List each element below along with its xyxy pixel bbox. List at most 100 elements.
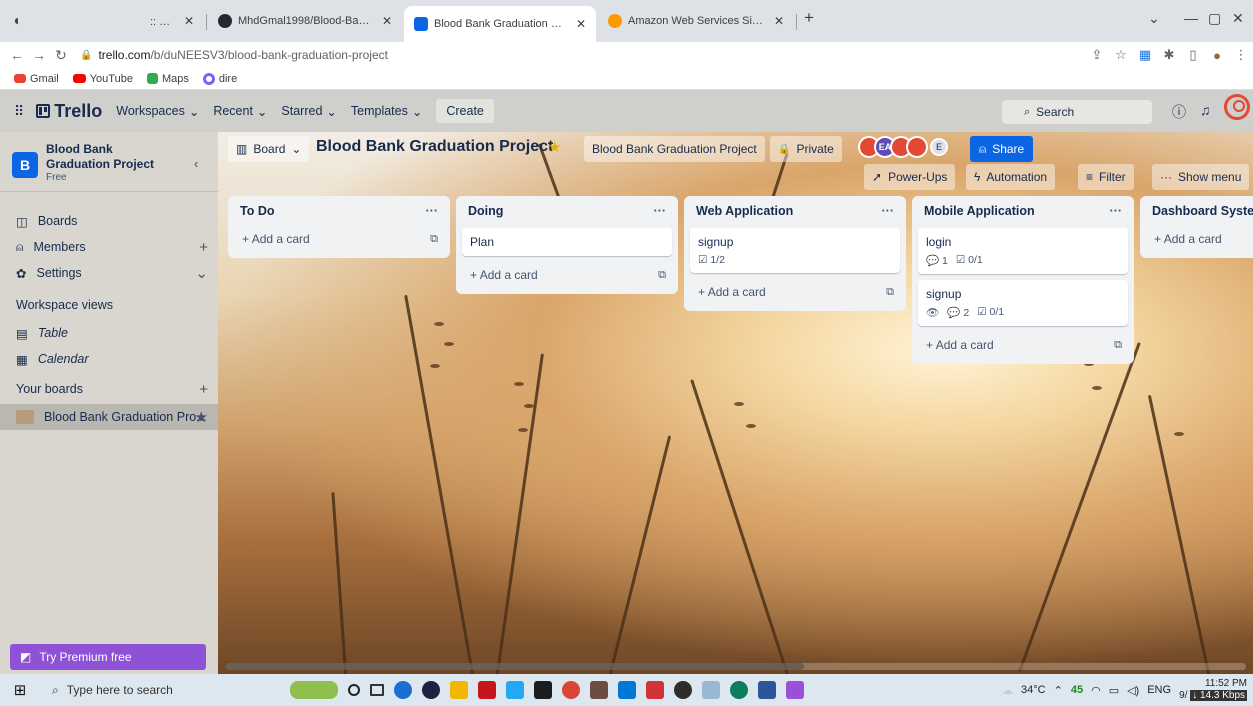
add-board-icon[interactable]: + bbox=[199, 381, 208, 398]
automation-button[interactable]: ϟ Automation bbox=[966, 164, 1056, 190]
word-icon[interactable] bbox=[758, 681, 776, 699]
menu-workspaces[interactable]: Workspaces ⌄ bbox=[116, 104, 199, 119]
taskbar-search-input[interactable]: ⌕ Type here to search bbox=[40, 674, 250, 706]
card[interactable]: Plan bbox=[462, 228, 672, 256]
app-icon[interactable] bbox=[646, 681, 664, 699]
star-board-icon[interactable]: ★ bbox=[548, 138, 561, 156]
star-icon[interactable]: ★ bbox=[195, 408, 208, 426]
share-button[interactable]: ⍝ Share bbox=[970, 136, 1034, 162]
card-template-icon[interactable]: ⧉ bbox=[430, 233, 438, 246]
browser-menu-icon[interactable]: ◖ bbox=[12, 12, 20, 28]
trello-logo[interactable]: Trello bbox=[36, 101, 102, 122]
card[interactable]: login 💬 1 ☑ 0/1 bbox=[918, 228, 1128, 274]
reload-icon[interactable]: ↻ bbox=[50, 47, 72, 64]
url-field[interactable]: 🔒 trello.com/b/duNEESV3/blood-bank-gradu… bbox=[80, 48, 1085, 62]
try-premium-button[interactable]: ◩ Try Premium free bbox=[10, 644, 206, 670]
card-template-icon[interactable]: ⧉ bbox=[1114, 339, 1122, 352]
sidebar-item-settings[interactable]: ✿ Settings ⌄ bbox=[0, 260, 218, 286]
extension-icon[interactable]: ▦ bbox=[1133, 47, 1157, 63]
power-ups-button[interactable]: ➚ Power-Ups bbox=[864, 164, 956, 190]
forward-icon[interactable]: → bbox=[28, 47, 50, 63]
side-panel-icon[interactable]: ▯ bbox=[1181, 47, 1205, 63]
minimize-icon[interactable]: — bbox=[1184, 10, 1198, 26]
account-avatar-icon[interactable] bbox=[1224, 94, 1250, 120]
vscode-icon[interactable] bbox=[506, 681, 524, 699]
maximize-icon[interactable]: ▢ bbox=[1208, 10, 1221, 27]
bookmark-youtube[interactable]: YouTube bbox=[72, 73, 133, 85]
board-view-switcher[interactable]: ▥ Board ⌄ bbox=[228, 136, 310, 162]
chrome-icon[interactable] bbox=[562, 681, 580, 699]
list-header[interactable]: Web Application ··· bbox=[684, 196, 906, 226]
list-header[interactable]: Dashboard System bbox=[1140, 196, 1253, 226]
close-tab-icon[interactable]: ✕ bbox=[774, 14, 784, 28]
workspace-badge[interactable]: B bbox=[12, 152, 38, 178]
add-card-button[interactable]: + Add a card bbox=[1140, 226, 1253, 252]
board-horizontal-scrollbar[interactable] bbox=[226, 663, 1246, 670]
add-card-button[interactable]: + Add a card ⧉ bbox=[684, 279, 906, 305]
sidebar-item-calendar[interactable]: ▦ Calendar bbox=[0, 346, 218, 372]
file-explorer-icon[interactable] bbox=[450, 681, 468, 699]
app-icon[interactable] bbox=[478, 681, 496, 699]
browser-tab-3-active[interactable]: Blood Bank Graduation Project | ✕ bbox=[404, 6, 596, 42]
app-icon[interactable] bbox=[590, 681, 608, 699]
bookmark-star-icon[interactable]: ☆ bbox=[1109, 47, 1133, 63]
menu-starred[interactable]: Starred ⌄ bbox=[281, 104, 336, 119]
extensions-puzzle-icon[interactable]: ✱ bbox=[1157, 47, 1181, 63]
cortana-icon[interactable] bbox=[348, 684, 360, 696]
browser-kebab-menu-icon[interactable]: ⋮ bbox=[1229, 47, 1253, 63]
close-tab-icon[interactable]: ✕ bbox=[576, 17, 586, 31]
app-icon[interactable] bbox=[702, 681, 720, 699]
new-tab-button[interactable]: + bbox=[804, 8, 814, 28]
chevron-up-icon[interactable]: ⌃ bbox=[1054, 684, 1063, 697]
sidebar-item-members[interactable]: ⍝ Members + bbox=[0, 234, 218, 260]
close-tab-icon[interactable]: ✕ bbox=[184, 14, 194, 28]
list-menu-icon[interactable]: ··· bbox=[1110, 204, 1123, 218]
browser-tab-4[interactable]: Amazon Web Services Sign-In ✕ bbox=[598, 8, 794, 34]
close-tab-icon[interactable]: ✕ bbox=[382, 14, 392, 28]
app-switcher-icon[interactable]: ⠿ bbox=[14, 103, 24, 120]
terminal-icon[interactable] bbox=[534, 681, 552, 699]
chevron-down-icon[interactable]: ⌄ bbox=[195, 264, 208, 282]
menu-recent[interactable]: Recent ⌄ bbox=[213, 104, 267, 119]
workspace-name[interactable]: Blood Bank Graduation Project bbox=[46, 142, 176, 172]
workspace-button[interactable]: Blood Bank Graduation Project bbox=[584, 136, 765, 162]
tab-search-icon[interactable]: ⌄ bbox=[1148, 10, 1160, 27]
sidebar-item-table[interactable]: ▤ Table bbox=[0, 320, 218, 346]
task-view-icon[interactable] bbox=[370, 684, 384, 696]
weather-temperature[interactable]: 34°C bbox=[1021, 684, 1046, 696]
collapse-sidebar-icon[interactable]: ‹ bbox=[194, 156, 198, 171]
app-icon[interactable] bbox=[730, 681, 748, 699]
add-card-button[interactable]: + Add a card ⧉ bbox=[228, 226, 450, 252]
member-avatar[interactable]: E bbox=[930, 138, 948, 156]
close-window-icon[interactable]: ✕ bbox=[1232, 10, 1244, 27]
create-button[interactable]: Create bbox=[436, 99, 494, 123]
list-header[interactable]: Doing ··· bbox=[456, 196, 678, 226]
notifications-bell-icon[interactable]: ♫ bbox=[1200, 102, 1211, 118]
show-menu-button[interactable]: ··· Show menu bbox=[1152, 164, 1250, 190]
app-icon[interactable] bbox=[618, 681, 636, 699]
info-icon[interactable]: ⓘ bbox=[1172, 102, 1186, 122]
browser-tab-1[interactable]: :: الحالة :: ✕ bbox=[140, 8, 204, 34]
app-icon[interactable] bbox=[422, 681, 440, 699]
member-avatar[interactable] bbox=[906, 136, 928, 158]
windows-start-icon[interactable]: ⊞ bbox=[0, 681, 40, 699]
sidebar-board-item[interactable]: Blood Bank Graduation Pro... ★ bbox=[0, 404, 218, 430]
xbox-icon[interactable] bbox=[674, 681, 692, 699]
add-card-button[interactable]: + Add a card ⧉ bbox=[912, 332, 1134, 358]
scrollbar-thumb[interactable] bbox=[226, 663, 804, 670]
chrome-app-icon[interactable] bbox=[394, 681, 412, 699]
card[interactable]: signup 👁 💬 2 ☑ 0/1 bbox=[918, 280, 1128, 326]
battery-icon[interactable]: ▭ bbox=[1109, 684, 1119, 697]
list-menu-icon[interactable]: ··· bbox=[882, 204, 895, 218]
bookmark-dire[interactable]: dire bbox=[202, 72, 237, 85]
card-template-icon[interactable]: ⧉ bbox=[658, 269, 666, 282]
menu-templates[interactable]: Templates ⌄ bbox=[351, 104, 422, 119]
visibility-button[interactable]: 🔒 Private bbox=[770, 136, 842, 162]
bookmark-maps[interactable]: Maps bbox=[146, 73, 189, 85]
board-title[interactable]: Blood Bank Graduation Project bbox=[316, 138, 553, 156]
browser-tab-2[interactable]: MhdGmal1998/Blood-Bank: this ✕ bbox=[208, 8, 402, 34]
wifi-icon[interactable]: ◠ bbox=[1091, 684, 1101, 697]
bookmark-gmail[interactable]: Gmail bbox=[14, 73, 59, 85]
visual-studio-icon[interactable] bbox=[786, 681, 804, 699]
language-indicator[interactable]: ENG bbox=[1147, 684, 1171, 696]
